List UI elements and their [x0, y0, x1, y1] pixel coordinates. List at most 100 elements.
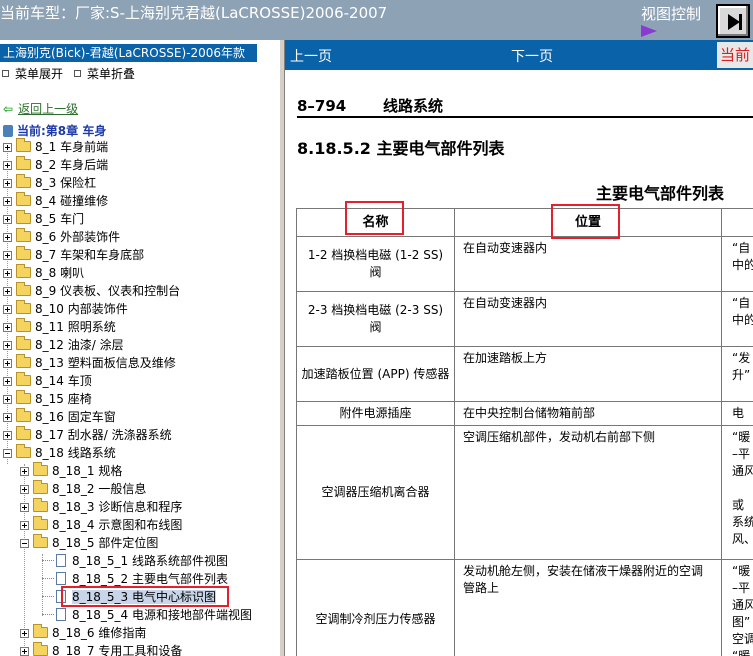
tree-item-label: 8_3 保险杠 [35, 176, 97, 190]
tree-item-label: 8_4 碰撞维修 [35, 194, 109, 208]
collapse-all-label: 菜单折叠 [87, 67, 136, 81]
tree-subitem[interactable]: 8_18_6 维修指南 [20, 624, 146, 642]
expand-plus-icon[interactable] [3, 143, 12, 152]
expand-plus-icon[interactable] [3, 359, 12, 368]
tree-item[interactable]: 8_2 车身后端 [3, 156, 108, 174]
cell-desc: “自 中的 [721, 236, 753, 292]
tree-subitem[interactable]: 8_18_2 一般信息 [20, 480, 146, 498]
folder-icon [33, 624, 48, 638]
expand-all-button[interactable]: 菜单展开 [2, 65, 63, 82]
tree-item[interactable]: 8_3 保险杠 [3, 174, 96, 192]
back-link[interactable]: ⇦ 返回上一级 [3, 100, 78, 117]
folder-icon [16, 156, 31, 170]
expand-plus-icon[interactable] [3, 413, 12, 422]
expand-plus-icon[interactable] [3, 377, 12, 386]
vehicle-model-title: 当前车型：厂家:S-上海别克君越(LaCROSSE)2006-2007 [0, 4, 388, 22]
expand-plus-icon[interactable] [3, 179, 12, 188]
tree-item-expanded[interactable]: 8_18 线路系统 [3, 444, 116, 462]
view-control-label[interactable]: 视图控制 [641, 3, 701, 24]
tree-item-label: 8_14 车顶 [35, 374, 92, 388]
play-arrow-icon[interactable] [641, 25, 657, 37]
tree-item-label: 8_18_5_2 主要电气部件列表 [72, 572, 228, 586]
tree-subitem[interactable]: 8_18_3 诊断信息和程序 [20, 498, 182, 516]
tree-leaf[interactable]: 8_18_5_1 线路系统部件视图 [42, 552, 228, 570]
tree-item[interactable]: 8_15 座椅 [3, 390, 92, 408]
tree-item-label: 8_18_1 规格 [52, 464, 123, 478]
tree-item[interactable]: 8_11 照明系统 [3, 318, 116, 336]
tree-item-label: 8_18_6 维修指南 [52, 626, 147, 640]
expand-plus-icon[interactable] [3, 215, 12, 224]
table-row: 2-3 档换档电磁 (2-3 SS) 阀 在自动变速器内 “自 中的 [296, 291, 753, 347]
cell-location: 空调压缩机部件，发动机右前部下侧 [454, 425, 722, 560]
expand-plus-icon[interactable] [3, 305, 12, 314]
folder-open-icon [33, 534, 48, 548]
document-pane: 上一页 下一页 当前 8–794 线路系统 8.18.5.2 主要电气部件列表 主… [285, 40, 753, 656]
tree-item[interactable]: 8_12 油漆/ 涂层 [3, 336, 124, 354]
expand-plus-icon[interactable] [20, 485, 29, 494]
tree-item[interactable]: 8_4 碰撞维修 [3, 192, 108, 210]
expand-plus-icon[interactable] [3, 395, 12, 404]
expand-plus-icon[interactable] [3, 251, 12, 260]
next-page-button[interactable] [716, 4, 750, 38]
expand-plus-icon[interactable] [3, 269, 12, 278]
tree-item[interactable]: 8_6 外部装饰件 [3, 228, 120, 246]
tree-item-label: 8_18_4 示意图和布线图 [52, 518, 183, 532]
cell-desc: “发 升” [721, 346, 753, 402]
expand-plus-icon[interactable] [20, 629, 29, 638]
page-number: 8–794 [297, 97, 347, 115]
tree-item-label: 8_12 油漆/ 涂层 [35, 338, 124, 352]
collapse-minus-icon[interactable] [3, 449, 12, 458]
expand-plus-icon[interactable] [20, 503, 29, 512]
folder-icon [16, 300, 31, 314]
tree-connector [42, 560, 54, 561]
tree-subitem[interactable]: 8_18_1 规格 [20, 462, 122, 480]
tree-connector [42, 596, 54, 597]
cell-name: 加速踏板位置 (APP) 传感器 [296, 346, 455, 402]
tree-item[interactable]: 8_16 固定车窗 [3, 408, 116, 426]
expand-all-label: 菜单展开 [15, 67, 64, 81]
tree-item[interactable]: 8_10 内部装饰件 [3, 300, 128, 318]
expand-plus-icon[interactable] [3, 341, 12, 350]
current-page-tab[interactable]: 当前 [717, 42, 753, 68]
tree-item[interactable]: 8_9 仪表板、仪表和控制台 [3, 282, 180, 300]
tree-item[interactable]: 8_17 刮水器/ 洗涤器系统 [3, 426, 172, 444]
expand-plus-icon[interactable] [3, 287, 12, 296]
tree-subitem[interactable]: 8_18_4 示意图和布线图 [20, 516, 182, 534]
col-desc-header [721, 208, 753, 237]
folder-icon [16, 264, 31, 278]
tree-item[interactable]: 8_13 塑料面板信息及维修 [3, 354, 176, 372]
expand-plus-icon[interactable] [3, 323, 12, 332]
table-row: 附件电源插座 在中央控制台储物箱前部 电 [296, 401, 753, 426]
cell-name: 2-3 档换档电磁 (2-3 SS) 阀 [296, 291, 455, 347]
tree-connector [42, 614, 54, 615]
expand-plus-icon[interactable] [20, 467, 29, 476]
tree-item[interactable]: 8_1 车身前端 [3, 138, 108, 156]
tree-item[interactable]: 8_5 车门 [3, 210, 84, 228]
tree-leaf[interactable]: 8_18_5_4 电源和接地部件端视图 [42, 606, 252, 624]
back-arrow-icon: ⇦ [3, 102, 14, 116]
collapse-all-button[interactable]: 菜单折叠 [74, 65, 135, 82]
header-rule [297, 116, 753, 118]
page-nav-bar: 上一页 下一页 当前 [285, 40, 753, 70]
folder-icon [16, 390, 31, 404]
expand-plus-icon[interactable] [3, 161, 12, 170]
back-label: 返回上一级 [18, 102, 79, 116]
tree-item[interactable]: 8_7 车架和车身底部 [3, 246, 144, 264]
table-row: 空调制冷剂压力传感器 发动机舱左侧，安装在储液干燥器附近的空调管路上 “暖 –平… [296, 559, 753, 656]
prev-page-link[interactable]: 上一页 [290, 46, 332, 66]
expand-plus-icon[interactable] [3, 431, 12, 440]
tree-item-label: 8_10 内部装饰件 [35, 302, 128, 316]
doc-header: 8–794 线路系统 [297, 95, 443, 116]
tree-subitem[interactable]: 8_18_7 专用工具和设备 [20, 642, 182, 656]
expand-plus-icon[interactable] [3, 197, 12, 206]
tree-item-label: 8_6 外部装饰件 [35, 230, 121, 244]
expand-plus-icon[interactable] [20, 647, 29, 656]
collapse-minus-icon[interactable] [20, 539, 29, 548]
expand-plus-icon[interactable] [3, 233, 12, 242]
parts-table: 名称 位置 1-2 档换档电磁 (1-2 SS) 阀 在自动变速器内 “自 中的… [296, 208, 753, 656]
tree-subitem-expanded[interactable]: 8_18_5 部件定位图 [20, 534, 158, 552]
tree-item[interactable]: 8_8 喇叭 [3, 264, 84, 282]
next-page-link[interactable]: 下一页 [511, 46, 553, 66]
tree-item[interactable]: 8_14 车顶 [3, 372, 92, 390]
expand-plus-icon[interactable] [20, 521, 29, 530]
